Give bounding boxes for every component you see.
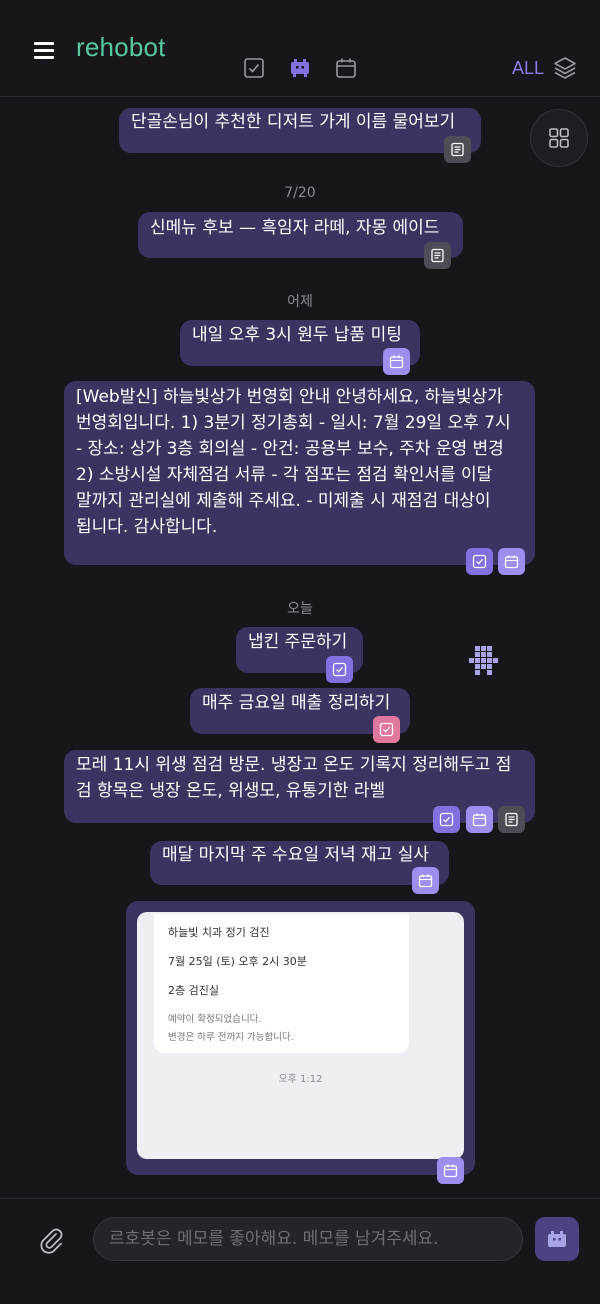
calendar-badge[interactable] bbox=[466, 806, 493, 833]
calendar-badge[interactable] bbox=[437, 1157, 464, 1184]
calendar-badge[interactable] bbox=[383, 348, 410, 375]
memo-line: - 장소: 상가 3층 회의실 - 안건: 공용부 보수, 주차 운영 변경 bbox=[76, 439, 504, 459]
memo-text: 매주 금요일 매출 정리하기 bbox=[202, 693, 391, 713]
filter-all-button[interactable]: ALL bbox=[512, 55, 578, 81]
date-separator: 7/20 bbox=[284, 185, 316, 201]
date-separator: 어제 bbox=[287, 294, 313, 310]
calendar-icon bbox=[389, 355, 404, 369]
note-icon bbox=[505, 812, 518, 827]
memo-line: 번영회입니다. 1) 3분기 정기총회 - 일시: 7월 29일 오후 7시 bbox=[76, 413, 511, 433]
memo-line: [Web발신] 하늘빛상가 번영회 안내 안녕하세요, 하늘빛상가 bbox=[76, 387, 503, 407]
memo-bubble[interactable]: 매달 마지막 주 수요일 저녁 재고 실사 bbox=[150, 841, 449, 885]
memo-bubble[interactable]: [Web발신] 하늘빛상가 번영회 안내 안녕하세요, 하늘빛상가 번영회입니다… bbox=[64, 381, 535, 565]
calendar-badge[interactable] bbox=[498, 548, 525, 575]
robot-tab-icon[interactable] bbox=[288, 56, 312, 80]
send-button[interactable] bbox=[535, 1217, 579, 1261]
check-icon bbox=[472, 554, 487, 569]
note-icon bbox=[431, 248, 444, 263]
filter-all-label: ALL bbox=[511, 57, 544, 78]
memo-text: 신메뉴 후보 — 흑임자 라떼, 자몽 에이드 bbox=[150, 218, 440, 238]
memo-line: 검 항목은 냉장 온도, 위생모, 유통기한 라벨 bbox=[76, 781, 386, 801]
memo-text: 단골손님이 추천한 디저트 가게 이름 물어보기 bbox=[131, 112, 456, 132]
check-icon bbox=[379, 722, 394, 737]
memo-bubble[interactable]: 신메뉴 후보 — 흑임자 라떼, 자몽 에이드 bbox=[138, 212, 463, 258]
appointment-note: 변경은 하루 전까지 가능합니다. bbox=[168, 1032, 294, 1043]
composer-bar bbox=[0, 1198, 600, 1304]
check-badge[interactable] bbox=[373, 716, 400, 743]
checklist-tab-icon[interactable] bbox=[242, 56, 266, 80]
note-badge[interactable] bbox=[424, 242, 451, 269]
note-icon bbox=[451, 142, 464, 157]
layers-icon bbox=[554, 57, 576, 79]
app-header: rehobot ALL bbox=[0, 0, 600, 97]
memo-text: 냅킨 주문하기 bbox=[248, 632, 348, 652]
robot-mascot-icon bbox=[469, 646, 498, 675]
calendar-icon bbox=[418, 874, 433, 888]
memo-bubble[interactable]: 단골손님이 추천한 디저트 가게 이름 물어보기 bbox=[119, 108, 481, 153]
memo-input[interactable] bbox=[93, 1217, 523, 1261]
grid-icon bbox=[549, 128, 569, 148]
note-badge[interactable] bbox=[444, 136, 471, 163]
message-time: 오후 1:12 bbox=[278, 1074, 323, 1085]
check-icon bbox=[439, 812, 454, 827]
check-badge[interactable] bbox=[326, 656, 353, 683]
grid-view-button[interactable] bbox=[530, 109, 588, 167]
appointment-card: 하늘빛 치과 정기 검진 7월 25일 (토) 오후 2시 30분 2층 검진실… bbox=[154, 914, 409, 1053]
memo-text: 매달 마지막 주 수요일 저녁 재고 실사 bbox=[162, 845, 430, 865]
robot-send-icon bbox=[548, 1231, 566, 1247]
calendar-badge[interactable] bbox=[412, 867, 439, 894]
attachment-icon[interactable] bbox=[36, 1225, 66, 1255]
appointment-location: 2층 검진실 bbox=[168, 984, 219, 997]
memo-line: 모레 11시 위생 점검 방문. 냉장고 온도 기록지 정리해두고 점 bbox=[76, 755, 512, 775]
calendar-icon bbox=[443, 1164, 458, 1178]
appointment-datetime: 7월 25일 (토) 오후 2시 30분 bbox=[168, 955, 307, 968]
memo-text: 내일 오후 3시 원두 납품 미팅 bbox=[192, 325, 402, 345]
calendar-icon bbox=[504, 555, 519, 569]
date-separator: 오늘 bbox=[287, 601, 313, 617]
note-badge[interactable] bbox=[498, 806, 525, 833]
memo-bubble[interactable]: 모레 11시 위생 점검 방문. 냉장고 온도 기록지 정리해두고 점 검 항목… bbox=[64, 750, 535, 823]
appointment-note: 예약이 확정되었습니다. bbox=[168, 1014, 262, 1025]
check-icon bbox=[332, 662, 347, 677]
calendar-icon bbox=[472, 813, 487, 827]
check-badge[interactable] bbox=[466, 548, 493, 575]
appointment-title: 하늘빛 치과 정기 검진 bbox=[168, 926, 270, 939]
check-badge[interactable] bbox=[433, 806, 460, 833]
memo-line: 됩니다. 감사합니다. bbox=[76, 517, 218, 537]
memo-line: 2) 소방시설 자체점검 서류 - 각 점포는 점검 확인서를 이달 bbox=[76, 465, 493, 485]
screenshot-image[interactable]: 하늘빛 치과 정기 검진 7월 25일 (토) 오후 2시 30분 2층 검진실… bbox=[137, 912, 464, 1159]
app-logo: rehobot bbox=[76, 32, 166, 62]
memo-line: 말까지 관리실에 제출해 주세요. - 미제출 시 재점검 대상이 bbox=[76, 491, 491, 511]
menu-icon[interactable] bbox=[34, 42, 54, 60]
calendar-tab-icon[interactable] bbox=[334, 56, 358, 80]
